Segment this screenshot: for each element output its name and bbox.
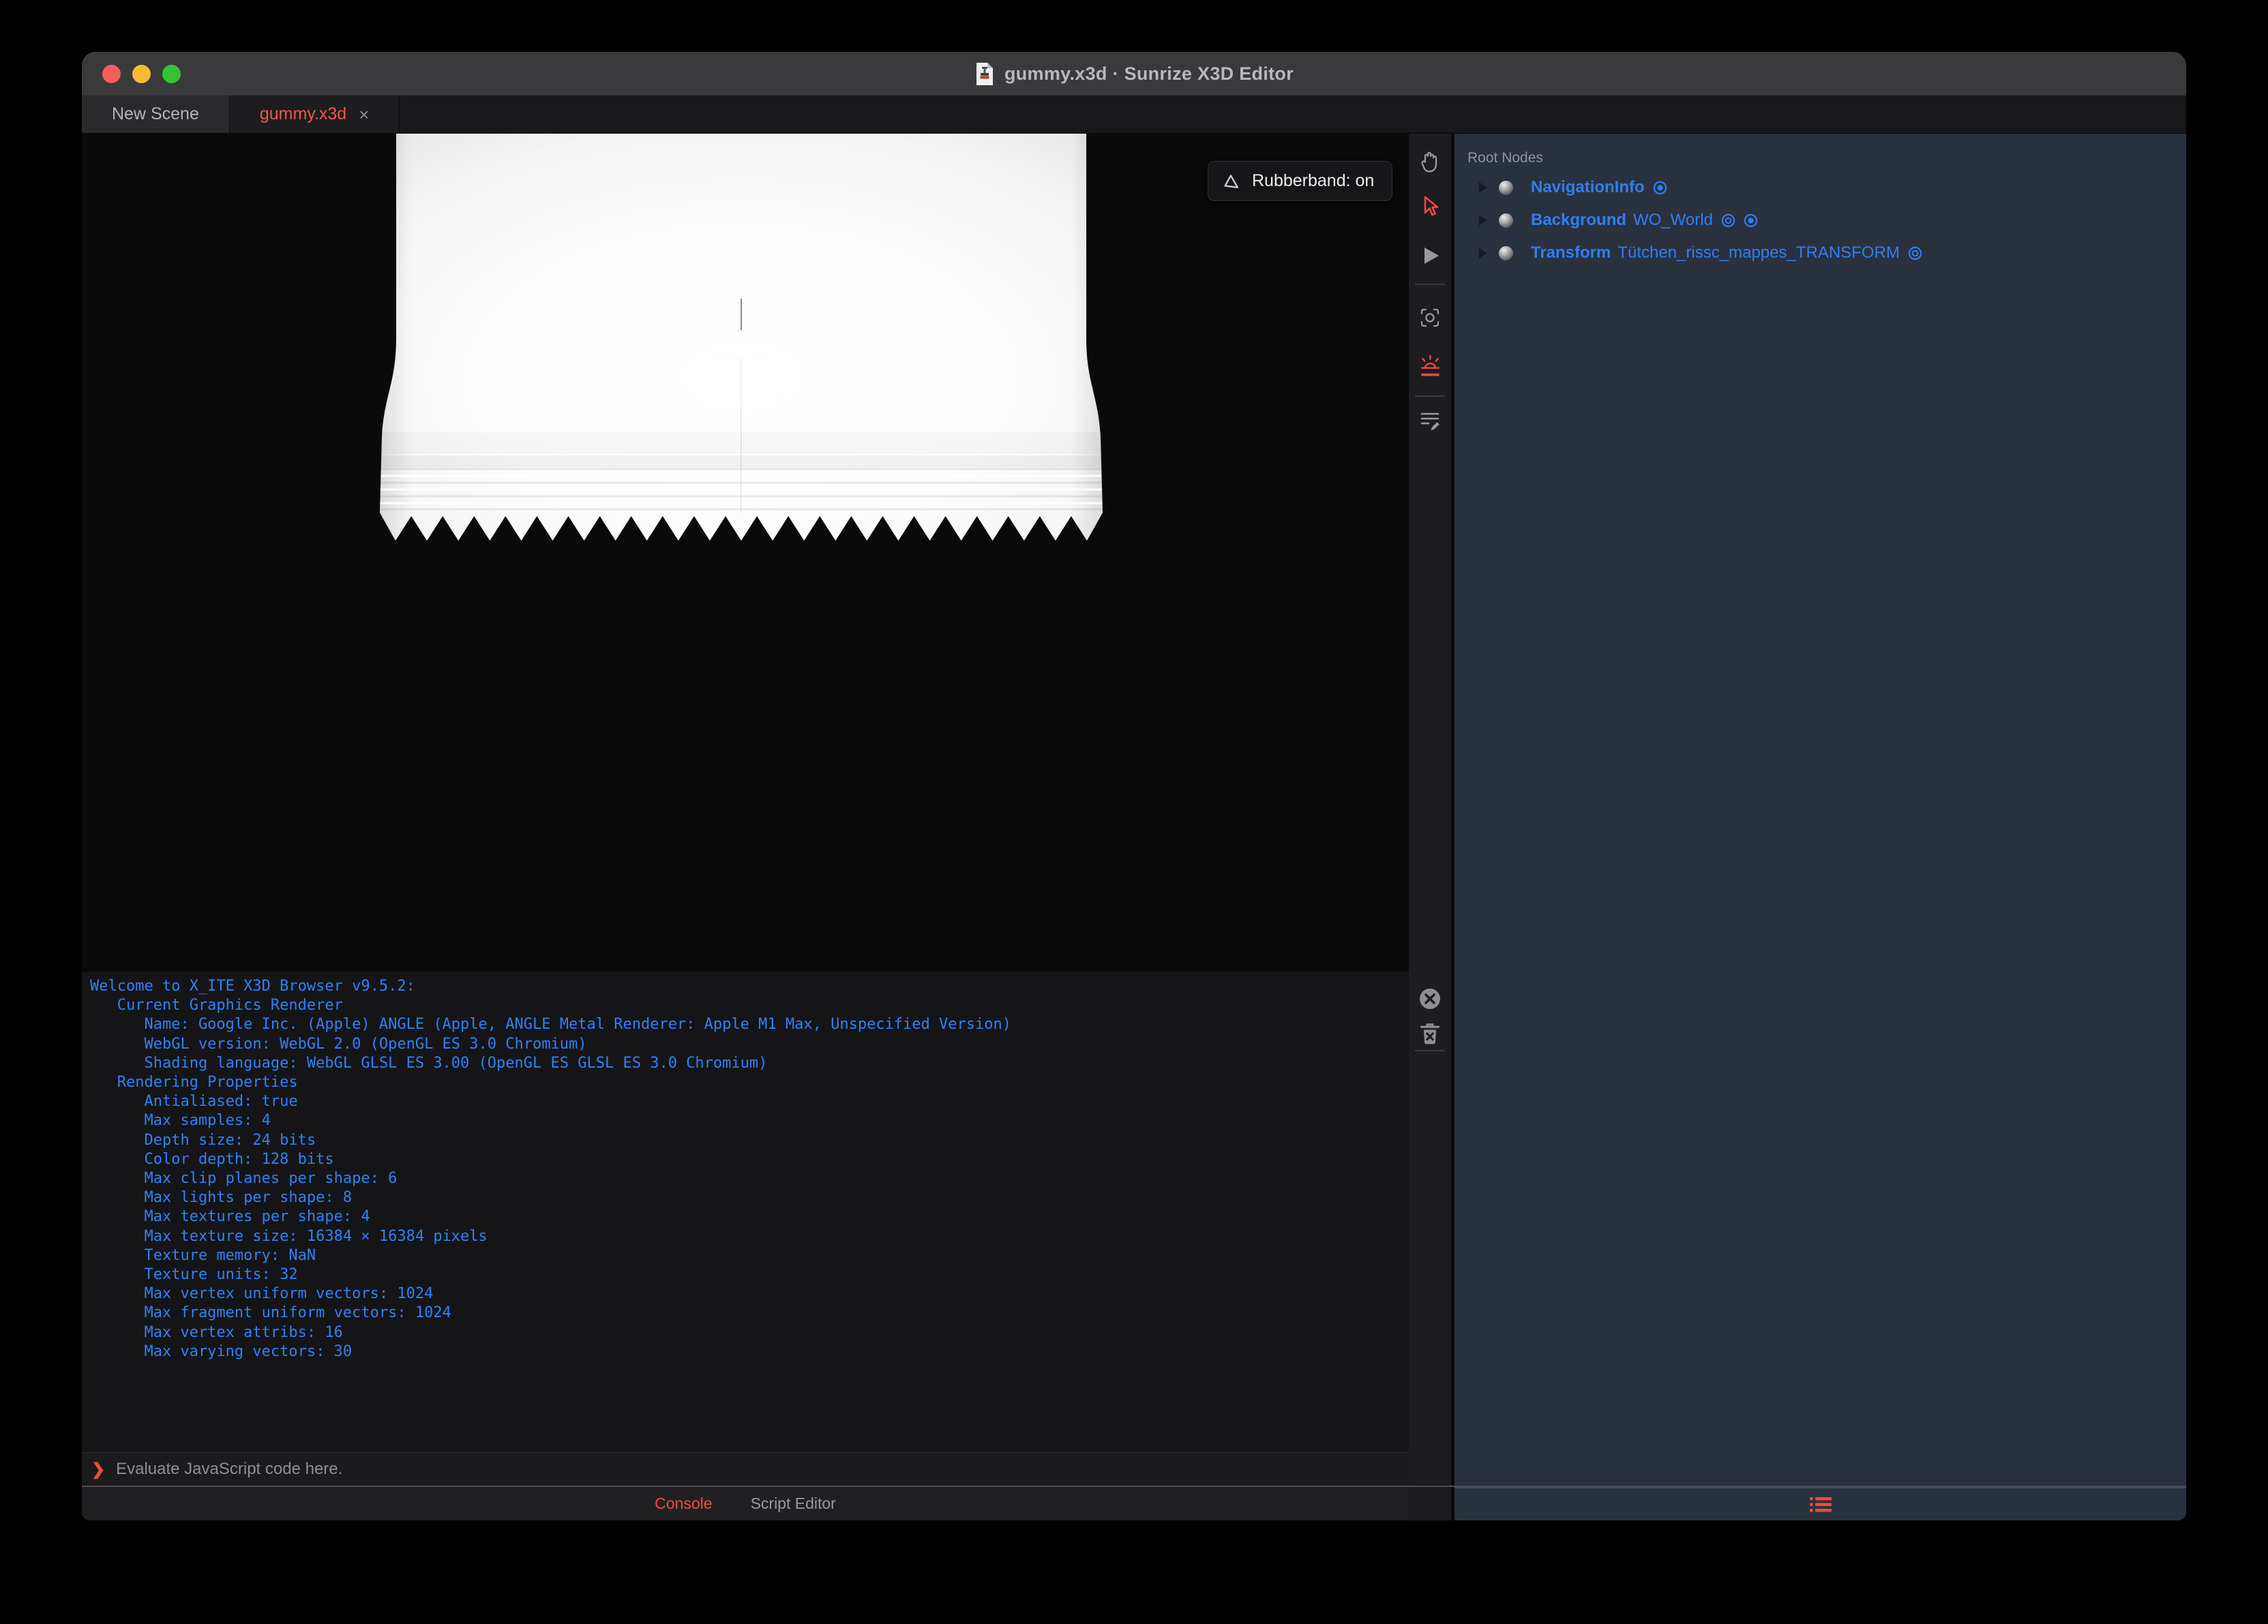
tab-gummy-x3d[interactable]: gummy.x3d × <box>229 95 400 133</box>
close-window-button[interactable] <box>102 64 121 83</box>
zoom-window-button[interactable] <box>162 64 181 83</box>
tree-node-row[interactable]: NavigationInfo <box>1454 171 2186 204</box>
node-type-label: Transform <box>1531 243 1611 262</box>
node-ball-icon <box>1499 213 1513 228</box>
node-type-label: NavigationInfo <box>1531 178 1645 196</box>
console-line: Rendering Properties <box>90 1074 298 1092</box>
close-circle-icon <box>1420 989 1440 1009</box>
toolbar-divider <box>1415 395 1445 397</box>
console-line: Welcome to X_ITE X3D Browser v9.5.2: <box>90 978 415 995</box>
toolbar-divider <box>1415 284 1445 285</box>
play-icon <box>1424 247 1439 264</box>
tab-close-icon[interactable]: × <box>359 106 369 123</box>
console-line: Max lights per shape: 8 <box>90 1189 353 1207</box>
camera-frame-icon <box>1420 308 1439 327</box>
node-tree: NavigationInfo Background WO_World Transfor… <box>1454 171 2186 269</box>
pan-hand-tool-button[interactable] <box>1416 149 1444 176</box>
console-line: Current Graphics Renderer <box>90 997 343 1014</box>
delete-messages-button[interactable] <box>1418 1020 1442 1044</box>
clear-console-button[interactable] <box>1418 987 1442 1011</box>
sun-icon <box>1421 355 1439 376</box>
select-arrow-tool-button[interactable] <box>1416 194 1444 221</box>
outline-list-icon[interactable] <box>1808 1495 1833 1514</box>
outliner-footer-bar <box>1454 1487 2186 1520</box>
toolbar-strip <box>1409 134 1451 1520</box>
prompt-placeholder: Evaluate JavaScript code here. <box>116 1460 343 1478</box>
node-ball-icon <box>1499 245 1513 260</box>
node-type-label: Background <box>1531 211 1627 229</box>
console-line: Texture memory: NaN <box>90 1246 316 1264</box>
console-output[interactable]: Welcome to X_ITE X3D Browser v9.5.2: Cur… <box>82 972 1409 1452</box>
console-line: Max vertex uniform vectors: 1024 <box>90 1285 434 1303</box>
script-pencil-icon <box>1420 412 1439 431</box>
window-controls <box>102 52 181 95</box>
main-content: Rubberband: on Welcome to X_ITE X3D Brow… <box>82 134 2186 1520</box>
prompt-chevron-icon: ❯ <box>91 1460 106 1479</box>
hand-icon <box>1421 151 1437 172</box>
console-line: Texture units: 32 <box>90 1266 298 1284</box>
console-line: Max fragment uniform vectors: 1024 <box>90 1304 451 1322</box>
visibility-icon[interactable] <box>1907 245 1923 261</box>
footer-tab-script-editor[interactable]: Script Editor <box>751 1494 836 1513</box>
bound-node-icon[interactable] <box>1743 213 1759 228</box>
light-mode-button[interactable] <box>1416 352 1444 379</box>
snapshot-button[interactable] <box>1416 304 1444 331</box>
tab-label: gummy.x3d <box>259 104 347 123</box>
rubberband-badge: Rubberband: on <box>1208 161 1393 201</box>
rubberband-label: Rubberband: on <box>1252 171 1375 190</box>
outliner-panel: Root Nodes NavigationInfo Background WO_Wo… <box>1454 134 2186 1520</box>
tree-node-row[interactable]: Background WO_World <box>1454 204 2186 237</box>
footer-tab-bar: Console Script Editor <box>82 1487 1409 1520</box>
viewport-3d[interactable]: Rubberband: on <box>82 134 1409 972</box>
titlebar: gummy.x3d · Sunrize X3D Editor <box>82 52 2186 95</box>
app-window: gummy.x3d · Sunrize X3D Editor New Scene… <box>82 52 2186 1520</box>
node-ball-icon <box>1499 180 1513 195</box>
console-line: Max samples: 4 <box>90 1112 271 1130</box>
footer-tab-console[interactable]: Console <box>655 1494 712 1513</box>
cursor-icon <box>1424 196 1439 216</box>
node-name-label: WO_World <box>1633 211 1713 229</box>
tab-new-scene[interactable]: New Scene <box>82 95 230 133</box>
toolbar-divider <box>1415 1050 1445 1051</box>
expand-arrow-icon[interactable] <box>1479 182 1487 193</box>
console-line: Max varying vectors: 30 <box>90 1342 353 1360</box>
console-line: Max vertex attribs: 16 <box>90 1323 343 1341</box>
expand-arrow-icon[interactable] <box>1479 247 1487 258</box>
console-line: Depth size: 24 bits <box>90 1131 316 1149</box>
script-editor-button[interactable] <box>1416 406 1444 434</box>
trash-icon <box>1420 1023 1440 1044</box>
rubberband-triangle-icon <box>1224 174 1239 188</box>
expand-arrow-icon[interactable] <box>1479 215 1487 226</box>
outliner-header: Root Nodes <box>1467 150 1543 166</box>
node-name-label: Tütchen_rissc_mappes_TRANSFORM <box>1617 243 1900 262</box>
console-line: Shading language: WebGL GLSL ES 3.00 (Op… <box>90 1054 768 1072</box>
tree-node-row[interactable]: Transform Tütchen_rissc_mappes_TRANSFORM <box>1454 237 2186 269</box>
visibility-icon[interactable] <box>1720 213 1736 228</box>
console-prompt[interactable]: ❯ Evaluate JavaScript code here. <box>82 1452 1409 1486</box>
document-icon <box>976 62 993 85</box>
console-line: Antialiased: true <box>90 1093 298 1111</box>
console-line: Color depth: 128 bits <box>90 1150 334 1168</box>
bottom-divider-line <box>1409 1486 1454 1487</box>
console-line: Name: Google Inc. (Apple) ANGLE (Apple, … <box>90 1016 1012 1034</box>
console-line: WebGL version: WebGL 2.0 (OpenGL ES 3.0 … <box>90 1035 587 1053</box>
window-title: gummy.x3d · Sunrize X3D Editor <box>1004 63 1294 84</box>
console-line: Max texture size: 16384 × 16384 pixels <box>90 1227 488 1245</box>
play-button[interactable] <box>1416 242 1444 269</box>
console-line: Max textures per shape: 4 <box>90 1208 370 1226</box>
tab-label: New Scene <box>112 104 199 123</box>
bag-3d-object[interactable] <box>376 134 1107 542</box>
bound-node-icon[interactable] <box>1652 180 1668 196</box>
console-line: Max clip planes per shape: 6 <box>90 1170 398 1188</box>
tab-bar: New Scene gummy.x3d × <box>82 95 2186 134</box>
minimize-window-button[interactable] <box>132 64 151 83</box>
bottom-divider-line <box>82 1486 2186 1487</box>
